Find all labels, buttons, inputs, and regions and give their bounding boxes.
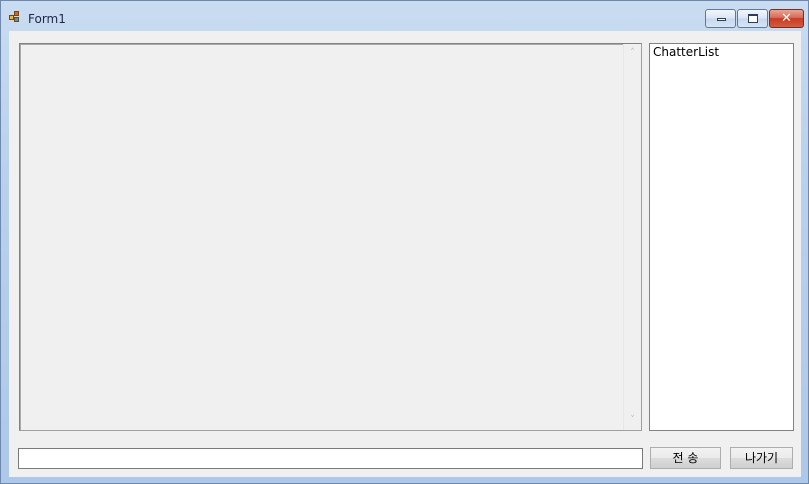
scroll-down-arrow-icon[interactable]: ˅ <box>624 412 641 429</box>
scroll-up-arrow-icon[interactable]: ˄ <box>624 45 641 62</box>
message-input[interactable] <box>18 448 643 469</box>
list-item[interactable]: ChatterList <box>653 45 719 59</box>
form-client-area: ˄ ˅ ChatterList 전 송 나가기 <box>9 31 801 477</box>
chatter-listbox[interactable]: ChatterList <box>649 43 794 431</box>
minimize-icon <box>717 18 726 21</box>
maximize-button[interactable] <box>737 9 768 28</box>
minimize-button[interactable] <box>705 9 736 28</box>
maximize-icon <box>748 14 758 23</box>
close-icon: ✕ <box>781 11 792 26</box>
send-button[interactable]: 전 송 <box>650 447 721 469</box>
winforms-app-icon[interactable] <box>9 11 21 23</box>
title-bar[interactable]: Form1 ✕ <box>1 1 808 31</box>
form-window: Form1 ✕ ˄ ˅ ChatterList 전 송 나가기 <box>0 0 809 484</box>
close-button[interactable]: ✕ <box>769 9 804 28</box>
chat-log-scrollbar[interactable]: ˄ ˅ <box>623 44 641 430</box>
window-title: Form1 <box>28 12 66 26</box>
exit-button[interactable]: 나가기 <box>730 447 793 469</box>
chat-log-textbox[interactable]: ˄ ˅ <box>19 43 642 431</box>
